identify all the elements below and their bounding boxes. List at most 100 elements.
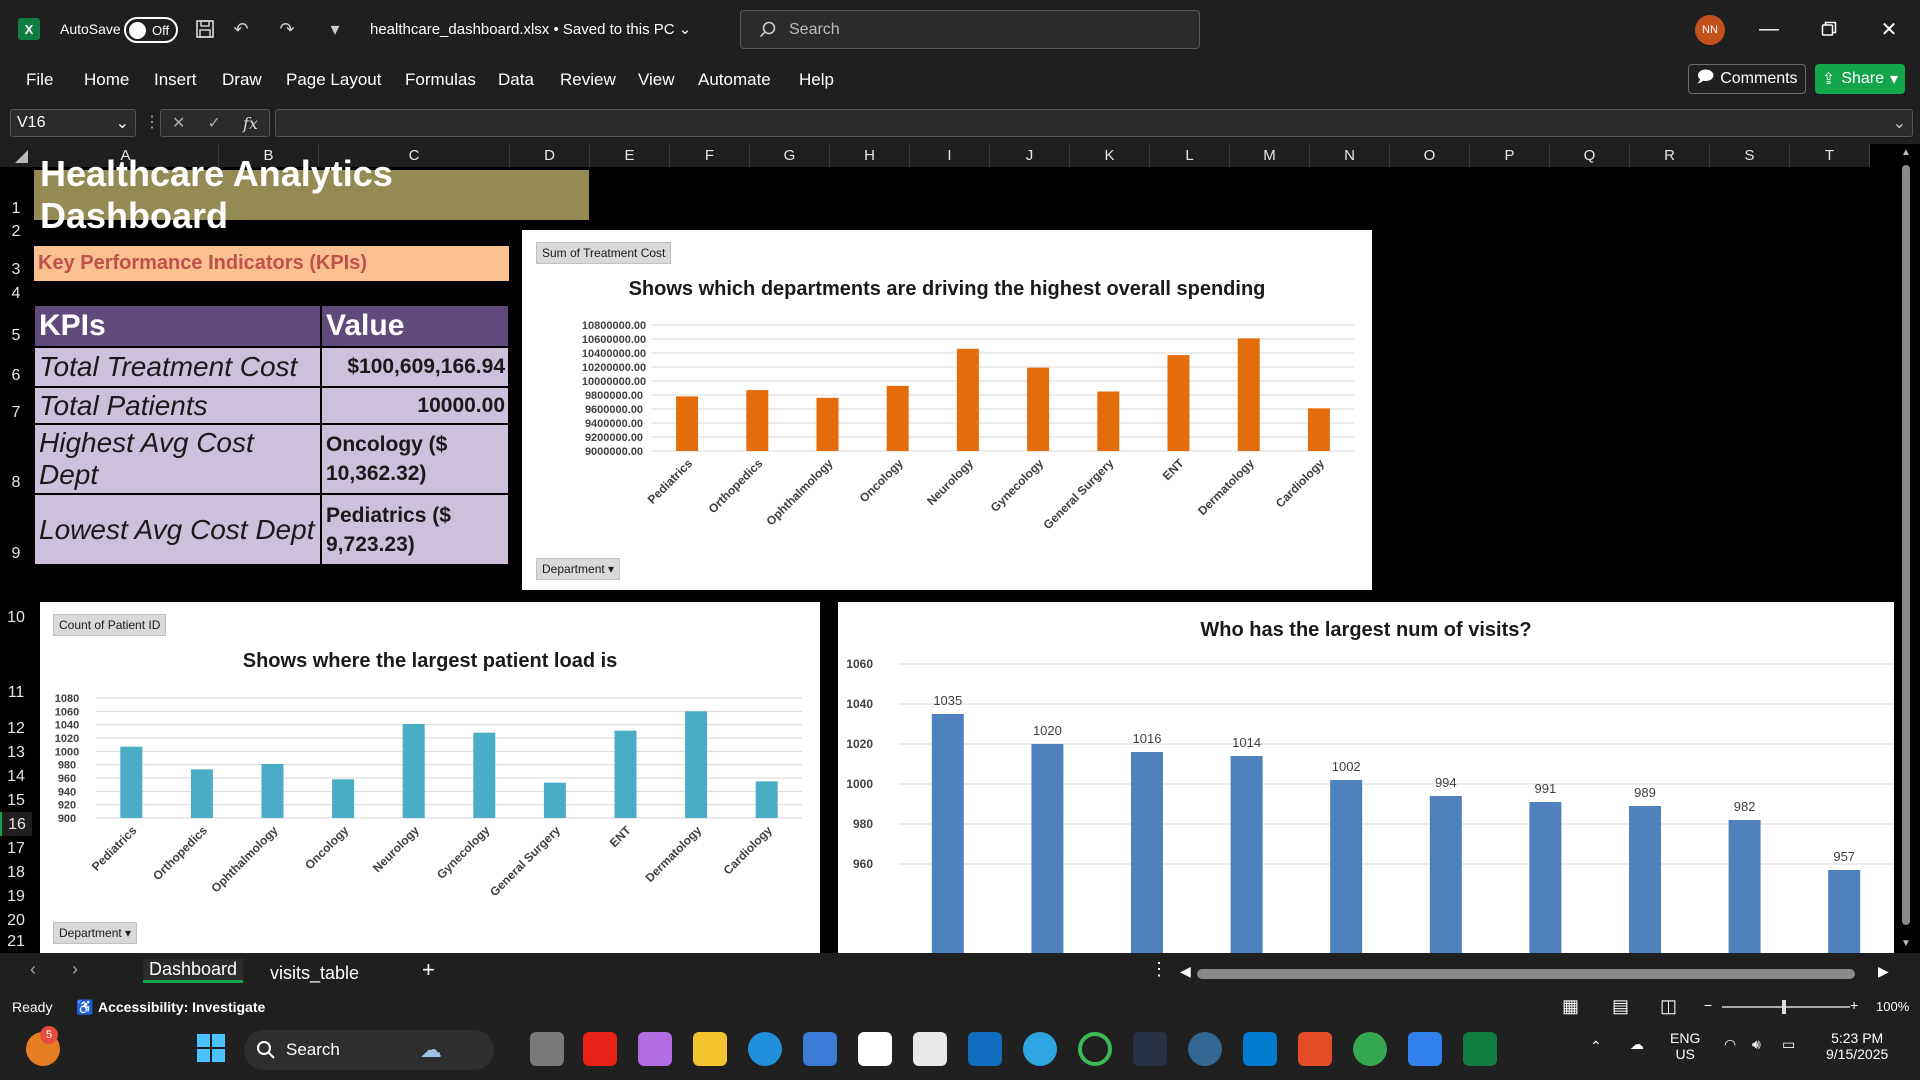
kpi-label[interactable]: Total Treatment Cost bbox=[34, 347, 321, 387]
sync-icon[interactable] bbox=[1078, 1032, 1112, 1066]
menu-formulas[interactable]: Formulas bbox=[405, 70, 476, 90]
department-filter-button[interactable]: Department ▾ bbox=[53, 922, 138, 944]
formula-input[interactable]: ⌄ bbox=[275, 109, 1913, 137]
kpi-header-value[interactable]: Value bbox=[321, 305, 509, 347]
scroll-thumb[interactable] bbox=[1902, 165, 1910, 925]
row-header-11[interactable]: 11 bbox=[0, 629, 32, 704]
row-header-19[interactable]: 19 bbox=[0, 884, 32, 908]
widgets-icon[interactable]: 5 bbox=[26, 1026, 60, 1066]
page-break-view-icon[interactable]: ◫ bbox=[1660, 996, 1677, 1017]
col-header-s[interactable]: S bbox=[1710, 144, 1790, 167]
function-icon[interactable]: fx bbox=[243, 114, 258, 133]
col-header-h[interactable]: H bbox=[830, 144, 910, 167]
scroll-up-icon[interactable]: ▲ bbox=[1901, 147, 1911, 158]
git-icon[interactable] bbox=[1298, 1032, 1332, 1066]
row-header-16[interactable]: 16 bbox=[0, 812, 32, 836]
select-all-corner[interactable] bbox=[0, 144, 33, 167]
clock[interactable]: 5:23 PM 9/15/2025 bbox=[1826, 1030, 1888, 1062]
col-header-r[interactable]: R bbox=[1630, 144, 1710, 167]
col-header-g[interactable]: G bbox=[750, 144, 830, 167]
notepad-icon[interactable] bbox=[1408, 1032, 1442, 1066]
col-header-f[interactable]: F bbox=[670, 144, 750, 167]
copilot-icon[interactable] bbox=[638, 1032, 672, 1066]
avatar[interactable]: NN bbox=[1695, 15, 1725, 45]
zoom-slider-handle[interactable] bbox=[1782, 1000, 1786, 1014]
tab-visits-table[interactable]: visits_table bbox=[270, 963, 359, 984]
tab-dashboard[interactable]: Dashboard bbox=[143, 959, 244, 983]
youtube-icon[interactable] bbox=[583, 1032, 617, 1066]
row-header-2[interactable]: 2 bbox=[0, 220, 32, 243]
task-view-icon[interactable] bbox=[530, 1032, 564, 1066]
undo-icon[interactable]: ↶ bbox=[228, 16, 254, 42]
row-header-15[interactable]: 15 bbox=[0, 788, 32, 812]
accessibility-status[interactable]: Accessibility: Investigate bbox=[98, 999, 265, 1015]
col-header-q[interactable]: Q bbox=[1550, 144, 1630, 167]
page-layout-view-icon[interactable]: ▤ bbox=[1612, 996, 1629, 1017]
postgresql-icon[interactable] bbox=[1188, 1032, 1222, 1066]
zoom-level[interactable]: 100% bbox=[1876, 999, 1909, 1014]
kpi-value[interactable]: 10000.00 bbox=[321, 387, 509, 424]
amazon-app-icon[interactable] bbox=[913, 1032, 947, 1066]
menu-file[interactable]: File bbox=[26, 70, 53, 90]
onedrive-icon[interactable]: ☁ bbox=[1630, 1036, 1644, 1053]
kpi-label[interactable]: Lowest Avg Cost Dept bbox=[34, 494, 321, 565]
col-header-j[interactable]: J bbox=[990, 144, 1070, 167]
kpi-value[interactable]: Oncology ($ 10,362.32) bbox=[321, 424, 509, 494]
scroll-right-icon[interactable]: ▶ bbox=[1878, 963, 1889, 980]
menu-data[interactable]: Data bbox=[498, 70, 534, 90]
row-header-20[interactable]: 20 bbox=[0, 908, 32, 932]
row-header-18[interactable]: 18 bbox=[0, 860, 32, 884]
col-header-o[interactable]: O bbox=[1390, 144, 1470, 167]
restore-icon[interactable] bbox=[1814, 14, 1844, 44]
row-header-9[interactable]: 9 bbox=[0, 494, 32, 565]
row-header-21[interactable]: 21 bbox=[0, 932, 32, 953]
expand-formula-icon[interactable]: ⌄ bbox=[1893, 113, 1906, 133]
more-options-icon[interactable]: ⋮ bbox=[1150, 959, 1168, 980]
menu-review[interactable]: Review bbox=[560, 70, 616, 90]
close-icon[interactable]: ✕ bbox=[1874, 14, 1904, 44]
amazon-icon[interactable] bbox=[858, 1032, 892, 1066]
menu-draw[interactable]: Draw bbox=[222, 70, 262, 90]
check-icon[interactable]: ✓ bbox=[208, 113, 221, 133]
scroll-left-icon[interactable]: ◀ bbox=[1180, 963, 1191, 980]
col-header-l[interactable]: L bbox=[1150, 144, 1230, 167]
col-header-i[interactable]: I bbox=[910, 144, 990, 167]
row-header-17[interactable]: 17 bbox=[0, 836, 32, 860]
patient-load-chart[interactable]: Count of Patient ID Shows where the larg… bbox=[40, 602, 820, 953]
col-header-k[interactable]: K bbox=[1070, 144, 1150, 167]
row-header-5[interactable]: 5 bbox=[0, 305, 32, 347]
visits-chart[interactable]: Who has the largest num of visits? 1060 1… bbox=[838, 602, 1894, 953]
file-explorer-icon[interactable] bbox=[693, 1032, 727, 1066]
row-header-7[interactable]: 7 bbox=[0, 387, 32, 424]
row-header-13[interactable]: 13 bbox=[0, 740, 32, 764]
menu-help[interactable]: Help bbox=[799, 70, 834, 90]
wifi-icon[interactable]: ◠ bbox=[1724, 1036, 1736, 1053]
col-header-e[interactable]: E bbox=[590, 144, 670, 167]
row-header-6[interactable]: 6 bbox=[0, 347, 32, 387]
row-header-1[interactable]: 1 bbox=[0, 167, 32, 220]
chrome-icon[interactable] bbox=[1353, 1032, 1387, 1066]
dashboard-title[interactable]: Healthcare Analytics Dashboard bbox=[34, 153, 589, 236]
edge-icon[interactable] bbox=[748, 1032, 782, 1066]
zoom-slider[interactable] bbox=[1722, 1000, 1850, 1014]
menu-page-layout[interactable]: Page Layout bbox=[286, 70, 381, 90]
telegram-icon[interactable] bbox=[1023, 1032, 1057, 1066]
microsoft-store-icon[interactable] bbox=[803, 1032, 837, 1066]
minimize-icon[interactable]: — bbox=[1754, 14, 1784, 44]
windows-start-icon[interactable] bbox=[195, 1032, 229, 1066]
treatment-cost-chart[interactable]: Sum of Treatment Cost Shows which depart… bbox=[522, 230, 1372, 590]
prev-sheet-icon[interactable]: ‹ bbox=[30, 959, 36, 980]
quick-access-dropdown-icon[interactable]: ▾ bbox=[322, 16, 348, 42]
more-options-icon[interactable]: ⋮ bbox=[144, 112, 160, 132]
autosave-toggle[interactable]: Off bbox=[124, 17, 178, 43]
col-header-m[interactable]: M bbox=[1230, 144, 1310, 167]
outlook-icon[interactable] bbox=[968, 1032, 1002, 1066]
row-header-10[interactable]: 10 bbox=[0, 565, 32, 629]
row-header-3[interactable]: 3 bbox=[0, 243, 32, 281]
volume-icon[interactable]: 🔊︎ bbox=[1752, 1036, 1761, 1053]
menu-home[interactable]: Home bbox=[84, 70, 129, 90]
save-icon[interactable] bbox=[192, 16, 218, 42]
col-header-n[interactable]: N bbox=[1310, 144, 1390, 167]
share-button[interactable]: ⇪ Share ▾ bbox=[1815, 64, 1905, 94]
name-box[interactable]: V16 ⌄ bbox=[10, 109, 136, 137]
